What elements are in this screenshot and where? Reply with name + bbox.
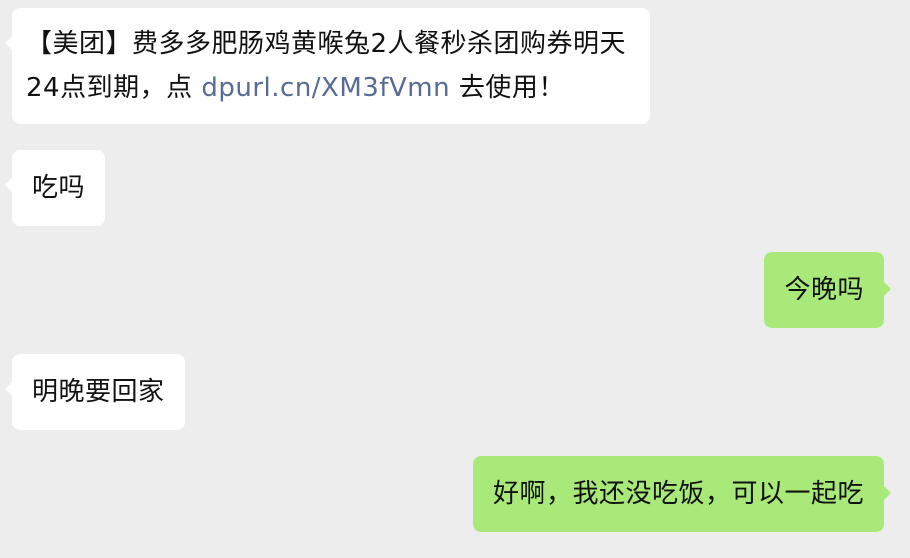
- incoming-message-bubble[interactable]: 吃吗: [4, 150, 106, 226]
- message-text: 明晚要回家: [32, 377, 165, 407]
- incoming-message-bubble[interactable]: 【美团】费多多肥肠鸡黄喉兔2人餐秒杀团购券明天24点到期，点 dpurl.cn/…: [5, 8, 650, 124]
- message-text: 好啊，我还没吃饭，可以一起吃: [492, 479, 864, 509]
- message-link[interactable]: dpurl.cn/XM3fVmn: [201, 73, 450, 103]
- message-text: 吃吗: [32, 173, 86, 203]
- outgoing-message-bubble[interactable]: 好啊，我还没吃饭，可以一起吃: [472, 456, 892, 532]
- incoming-message-bubble[interactable]: 明晚要回家: [5, 354, 185, 430]
- outgoing-message-bubble[interactable]: 今晚吗: [764, 252, 891, 328]
- message-text: 去使用！: [450, 73, 565, 103]
- message-text: 今晚吗: [784, 275, 864, 305]
